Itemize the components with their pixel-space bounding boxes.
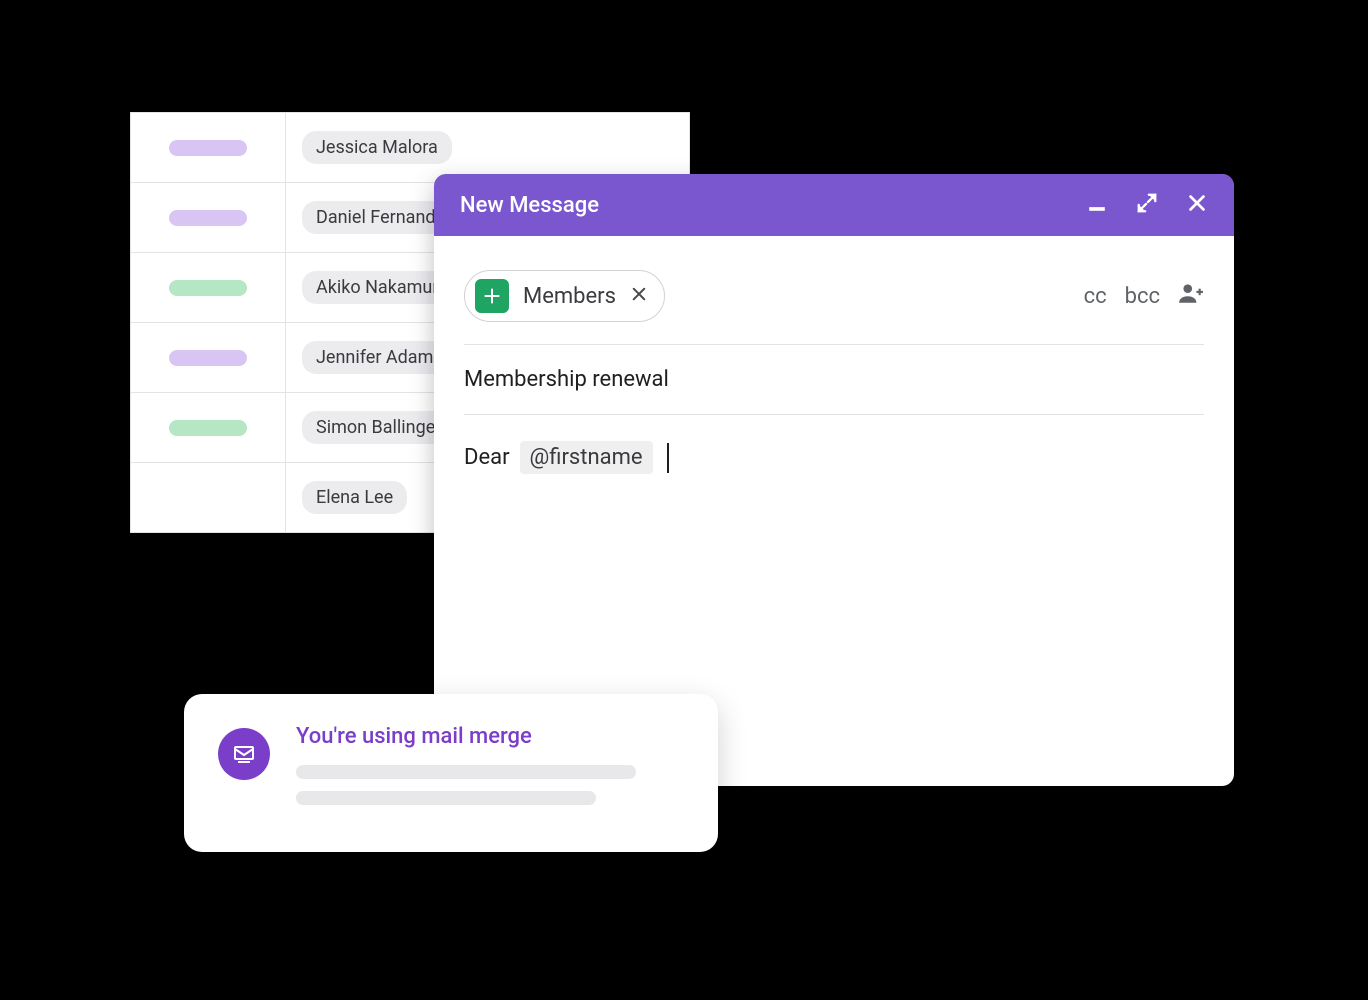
compose-header: New Message <box>434 174 1234 236</box>
expand-icon[interactable] <box>1136 192 1158 218</box>
cc-button[interactable]: cc <box>1084 284 1107 309</box>
notice-title: You're using mail merge <box>296 724 684 749</box>
contact-chip[interactable]: Jessica Malora <box>302 131 452 164</box>
recipient-chip-label: Members <box>523 284 616 309</box>
status-pill <box>169 140 247 156</box>
contact-chip[interactable]: Simon Ballinger <box>302 411 455 444</box>
skeleton-line <box>296 765 636 779</box>
text-cursor <box>667 443 669 473</box>
minimize-icon[interactable] <box>1086 192 1108 218</box>
add-recipients-icon[interactable] <box>1178 280 1204 312</box>
status-pill <box>169 350 247 366</box>
merge-field-token[interactable]: @firstname <box>520 441 653 474</box>
subject-input[interactable]: Membership renewal <box>464 345 1204 415</box>
recipients-row[interactable]: Members cc bcc <box>464 256 1204 345</box>
table-row[interactable]: Jessica Malora <box>131 113 689 183</box>
status-pill <box>169 420 247 436</box>
message-body[interactable]: Dear @firstname <box>464 415 1204 500</box>
status-pill <box>169 210 247 226</box>
mail-merge-notice: You're using mail merge <box>184 694 718 852</box>
contact-chip[interactable]: Elena Lee <box>302 481 407 514</box>
status-pill <box>169 280 247 296</box>
recipient-chip[interactable]: Members <box>464 270 665 322</box>
close-icon[interactable] <box>1186 192 1208 218</box>
mail-merge-icon <box>218 728 270 780</box>
compose-title: New Message <box>460 193 1086 218</box>
body-text: Dear <box>464 445 510 470</box>
remove-chip-icon[interactable] <box>630 284 648 309</box>
skeleton-line <box>296 791 596 805</box>
bcc-button[interactable]: bcc <box>1125 284 1160 309</box>
sheets-icon <box>475 279 509 313</box>
